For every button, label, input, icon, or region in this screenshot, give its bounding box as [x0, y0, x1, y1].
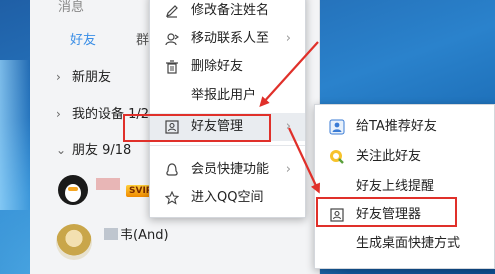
- contact-avatar[interactable]: [58, 175, 88, 205]
- move-icon: [164, 31, 180, 47]
- contact-context-menu: 修改备注姓名 移动联系人至 › 删除好友 举报此用户 好友管理 › 会员快捷功能…: [149, 0, 306, 218]
- chevron-right-icon: ›: [285, 162, 291, 177]
- tab-groups[interactable]: 群: [136, 26, 149, 56]
- menu-item-report-user[interactable]: 举报此用户: [150, 82, 305, 110]
- penguin-outline-icon: [164, 162, 180, 178]
- chevron-down-icon: ⌄: [56, 143, 67, 157]
- submenu-item-desktop-shortcut[interactable]: 生成桌面快捷方式: [315, 230, 494, 258]
- highlight-box-friend-management: [123, 114, 271, 142]
- desktop-light-streak: [0, 60, 30, 210]
- group-label: 朋友 9/18: [72, 143, 132, 158]
- tab-friends[interactable]: 好友: [70, 26, 96, 56]
- menu-item-member-shortcuts[interactable]: 会员快捷功能 ›: [150, 156, 305, 184]
- menu-separator: [150, 145, 305, 146]
- trash-icon: [164, 59, 180, 75]
- menu-item-delete-friend[interactable]: 删除好友: [150, 53, 305, 81]
- group-label: 新朋友: [72, 70, 112, 85]
- chevron-right-icon: ›: [56, 70, 61, 84]
- chevron-right-icon: ›: [285, 119, 291, 134]
- contact-avatar[interactable]: [56, 224, 92, 260]
- star-icon: [164, 190, 180, 206]
- menu-item-move-contact[interactable]: 移动联系人至 ›: [150, 25, 305, 53]
- group-row-friends[interactable]: ⌄ 朋友 9/18: [30, 137, 131, 163]
- blurred-contact-name: [96, 178, 120, 190]
- chevron-right-icon: ›: [56, 107, 61, 121]
- follow-icon: [329, 149, 345, 165]
- messages-tab-label[interactable]: 消息: [58, 0, 84, 15]
- menu-item-edit-remark[interactable]: 修改备注姓名: [150, 0, 305, 25]
- group-row-new-friends[interactable]: › 新朋友: [30, 64, 111, 90]
- friend-management-submenu: 给TA推荐好友 关注此好友 好友上线提醒 好友管理器 生成桌面快捷方式: [314, 104, 495, 269]
- highlight-box-friend-manager: [316, 197, 457, 227]
- recommend-icon: [329, 119, 345, 135]
- contact-name[interactable]: 韦(And): [120, 224, 169, 243]
- chevron-right-icon: ›: [285, 31, 291, 46]
- submenu-item-follow[interactable]: 关注此好友: [315, 143, 494, 171]
- blurred-contact-name: [104, 228, 118, 240]
- menu-item-qzone[interactable]: 进入QQ空间: [150, 184, 305, 212]
- edit-icon: [164, 3, 180, 19]
- submenu-item-recommend[interactable]: 给TA推荐好友: [315, 113, 494, 141]
